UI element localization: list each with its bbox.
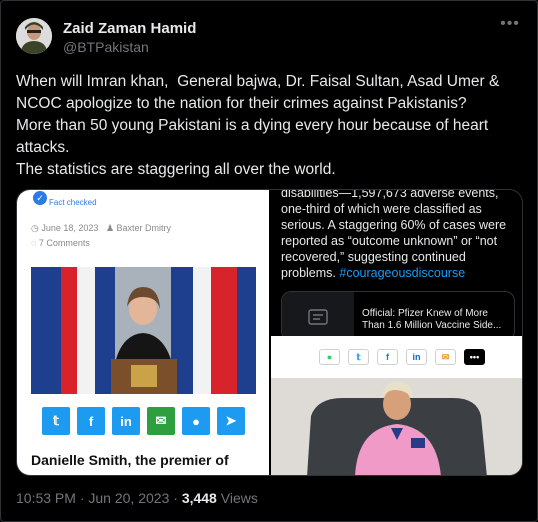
facebook-icon: f: [386, 352, 389, 362]
article-caption: Danielle Smith, the premier of: [31, 452, 229, 468]
twitter-icon: 𝕥: [52, 413, 60, 428]
tweet-text: When will Imran khan, General bajwa, Dr.…: [16, 73, 500, 178]
article-author: Baxter Dmitry: [116, 223, 172, 233]
article-icon: [308, 309, 328, 325]
article-screenshot-right[interactable]: disabilities—1,597,673 adverse events, o…: [271, 190, 522, 475]
footer-separator-2: ·: [173, 490, 178, 506]
article-date: June 18, 2023: [41, 223, 99, 233]
link-card[interactable]: Official: Pfizer Knew of More Than 1.6 M…: [281, 291, 515, 341]
more-icon: •••: [469, 352, 480, 362]
hashtag-link[interactable]: #courageousdiscourse: [339, 266, 465, 280]
author-avatar[interactable]: [16, 18, 52, 54]
reddit-share-button[interactable]: ●: [182, 407, 210, 435]
comments-count: 7 Comments: [38, 238, 90, 248]
whatsapp-icon: ●: [326, 352, 333, 362]
tweet-media[interactable]: ✓ Fact checked ◷ June 18, 2023 ♟ Baxter …: [16, 189, 523, 476]
tweet-time[interactable]: 10:53 PM: [16, 490, 76, 506]
article-meta-date: ◷ June 18, 2023 ♟ Baxter Dmitry: [31, 223, 171, 234]
twitter-share-button-2[interactable]: 𝕥: [348, 349, 369, 365]
author-icon: ♟: [105, 223, 115, 233]
more-share-button[interactable]: •••: [464, 349, 485, 365]
press-conference-photo: [31, 267, 256, 394]
author-handle[interactable]: @BTPakistan: [63, 39, 149, 55]
email-share-button[interactable]: ✉: [147, 407, 175, 435]
twitter-share-button[interactable]: 𝕥: [42, 407, 70, 435]
reddit-icon: ●: [192, 413, 200, 429]
link-card-thumbnail: [282, 292, 354, 340]
article-share-row: 𝕥 f in ✉ ● ➤: [42, 407, 245, 435]
telegram-icon: ➤: [225, 413, 237, 428]
comment-icon: ◌: [31, 238, 37, 248]
linkedin-icon: in: [120, 413, 132, 429]
linkedin-share-button[interactable]: in: [112, 407, 140, 435]
telegram-share-button[interactable]: ➤: [217, 407, 245, 435]
facebook-icon: f: [88, 413, 94, 429]
more-options-icon[interactable]: •••: [499, 15, 521, 37]
right-panel-text: disabilities—1,597,673 adverse events, o…: [281, 190, 517, 281]
facebook-share-button-2[interactable]: f: [377, 349, 398, 365]
check-badge-icon: ✓: [33, 191, 47, 205]
link-card-title: Official: Pfizer Knew of More Than 1.6 M…: [362, 308, 502, 331]
article-comments: ◌ 7 Comments: [31, 238, 90, 248]
tweet-card: Zaid Zaman Hamid @BTPakistan ••• When wi…: [0, 0, 538, 522]
linkedin-share-button-2[interactable]: in: [406, 349, 427, 365]
facebook-share-button[interactable]: f: [77, 407, 105, 435]
views-count: 3,448: [181, 490, 217, 506]
views-label: Views: [220, 490, 258, 506]
man-in-chair-photo: [271, 378, 522, 475]
tweet-footer: 10:53 PM · Jun 20, 2023 · 3,448 Views: [16, 490, 258, 506]
email-share-button-2[interactable]: ✉: [435, 349, 456, 365]
twitter-icon: 𝕥: [356, 351, 361, 362]
clock-icon: ◷: [31, 223, 39, 233]
email-icon: ✉: [441, 351, 450, 362]
fact-checked-label: Fact checked: [49, 198, 97, 207]
linkedin-icon: in: [412, 352, 421, 362]
whatsapp-share-button[interactable]: ●: [319, 349, 340, 365]
author-name[interactable]: Zaid Zaman Hamid: [63, 20, 196, 37]
footer-separator: ·: [79, 490, 85, 506]
share-bar: ● 𝕥 f in ✉ •••: [271, 336, 522, 378]
email-icon: ✉: [155, 413, 167, 428]
article-screenshot-left[interactable]: ✓ Fact checked ◷ June 18, 2023 ♟ Baxter …: [17, 190, 269, 475]
tweet-date[interactable]: Jun 20, 2023: [88, 490, 169, 506]
